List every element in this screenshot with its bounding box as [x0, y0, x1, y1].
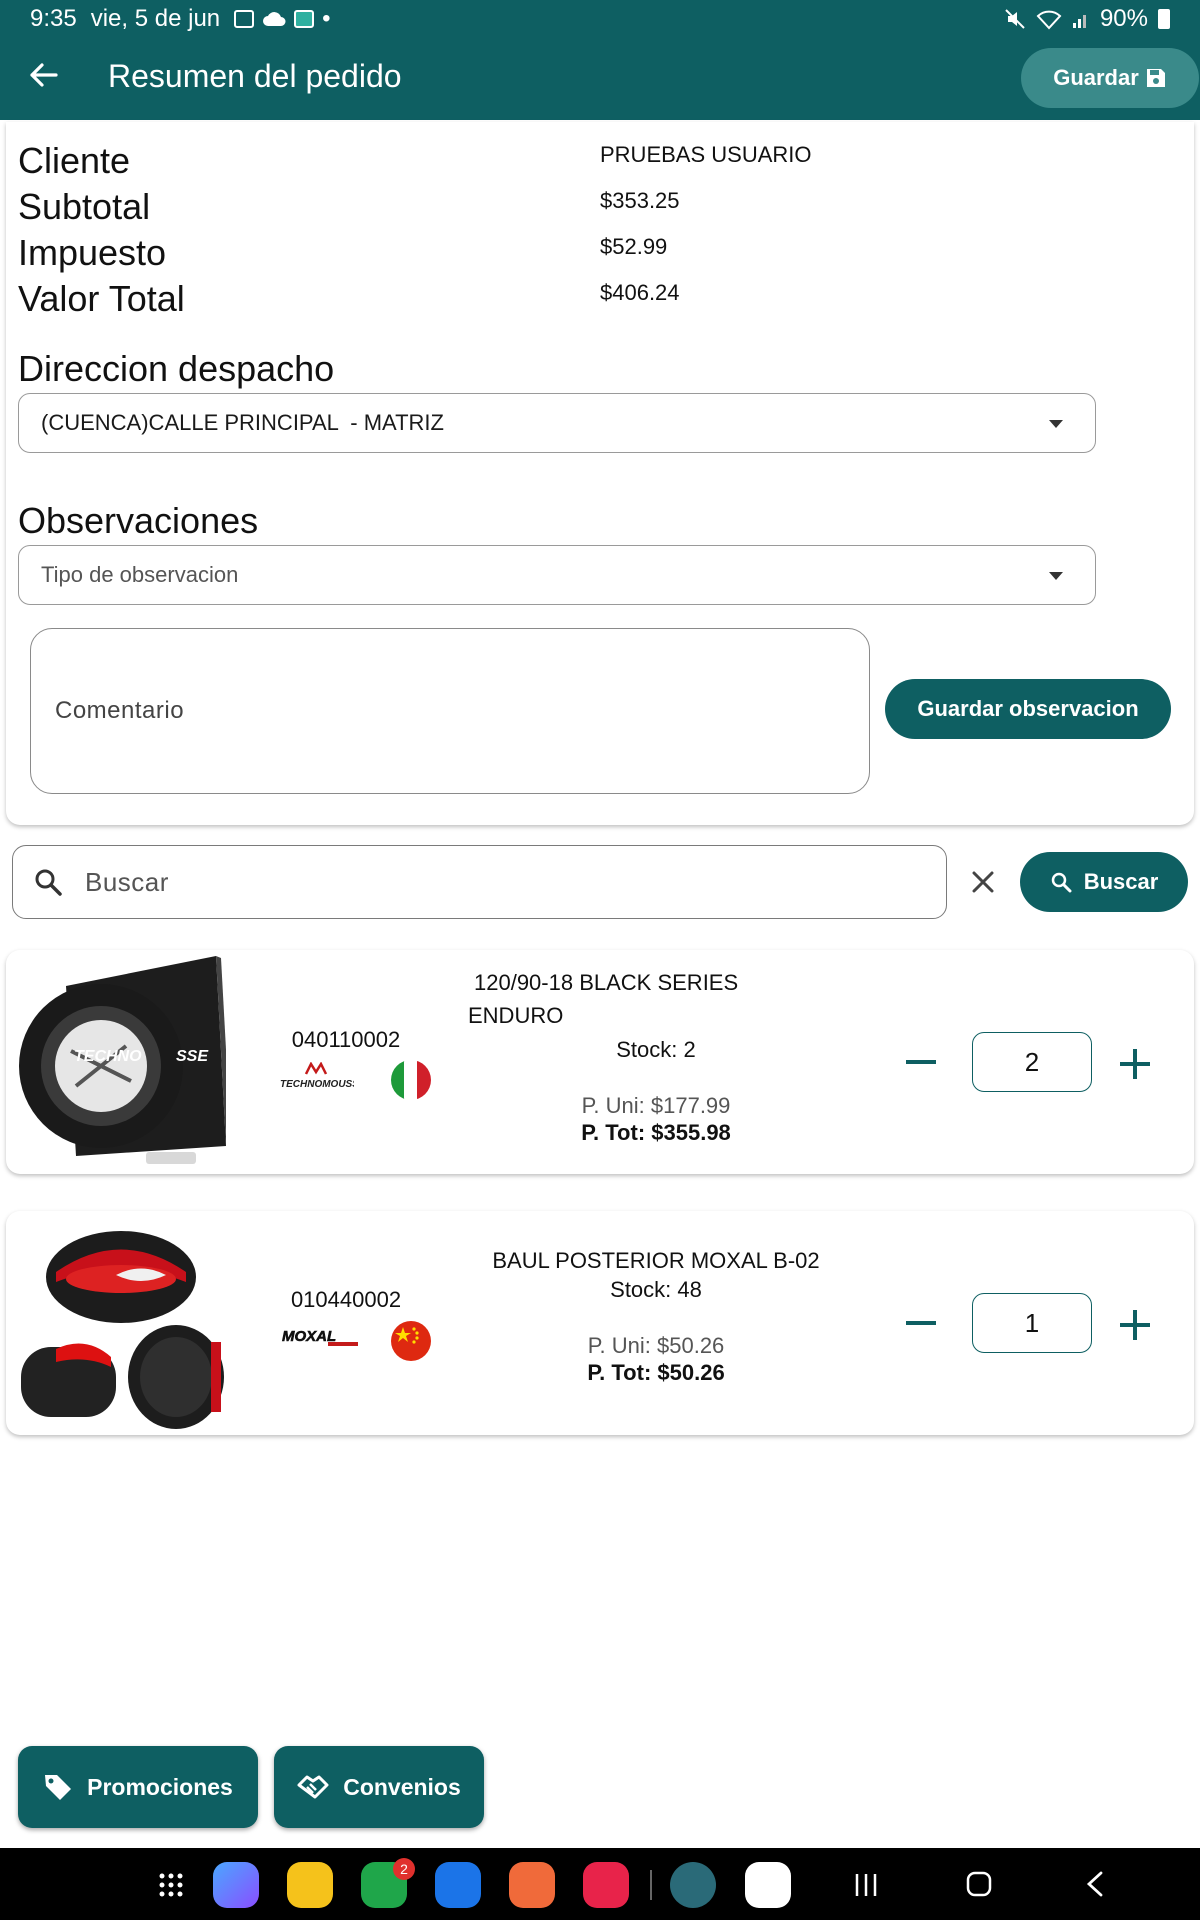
files-app-icon[interactable] — [287, 1862, 333, 1908]
product-image-top-case — [21, 1231, 224, 1429]
messages-app-icon[interactable] — [435, 1862, 481, 1908]
decrease-quantity-button[interactable] — [906, 1060, 936, 1064]
status-date: vie, 5 de jun — [90, 5, 221, 32]
app-bar: 9:35 vie, 5 de jun • 90% Resumen del ped… — [0, 0, 1200, 120]
quantity-input[interactable]: 1 — [972, 1293, 1092, 1353]
search-button[interactable]: Buscar — [1020, 852, 1188, 912]
dot-icon: • — [322, 5, 331, 32]
save-label: Guardar — [1053, 65, 1139, 90]
total-label: Valor Total — [18, 278, 185, 319]
search-input[interactable]: Buscar — [12, 845, 947, 919]
subtotal-value: $353.25 — [600, 188, 680, 213]
tag-icon — [45, 1775, 72, 1800]
decrease-quantity-button[interactable] — [906, 1321, 936, 1325]
dispatch-selected: (CUENCA)CALLE PRINCIPAL - MATRIZ — [41, 410, 444, 435]
status-bar: 9:35 vie, 5 de jun • 90% — [30, 4, 1170, 34]
total-value: $406.24 — [600, 280, 680, 305]
product-card[interactable]: TECHNO SSE 040110002 TECHNOMOUSSE 120/90… — [6, 950, 1194, 1174]
product-unit-price: P. Uni: $50.26 — [587, 1333, 725, 1358]
product-total-price: P. Tot: $355.98 — [581, 1120, 731, 1145]
recents-icon[interactable] — [853, 1872, 879, 1898]
phone-notification-badge: 2 — [393, 1858, 415, 1880]
italy-flag-icon — [391, 1060, 431, 1100]
product-name-line1: 120/90-18 BLACK SERIES — [474, 970, 739, 995]
technomousse-brand-logo: TECHNOMOUSSE — [280, 1062, 354, 1090]
save-observation-button[interactable]: Guardar observacion — [885, 679, 1171, 739]
save-button[interactable]: Guardar — [1021, 48, 1199, 108]
save-observation-label: Guardar observacion — [917, 696, 1139, 721]
increase-quantity-button[interactable] — [1118, 1308, 1152, 1342]
chevron-down-icon — [1049, 420, 1063, 428]
dispatch-label: Direccion despacho — [18, 348, 335, 389]
agreements-button[interactable]: Convenios — [274, 1746, 484, 1828]
impuesto-value: $52.99 — [600, 234, 668, 259]
play-store-icon[interactable] — [745, 1862, 791, 1908]
svg-text:TECHNO: TECHNO — [74, 1048, 142, 1065]
impuesto-label: Impuesto — [18, 232, 167, 273]
product-code: 040110002 — [291, 1027, 401, 1052]
home-icon[interactable] — [965, 1870, 993, 1898]
arrow-left-icon[interactable] — [26, 58, 60, 92]
order-summary-card: Cliente PRUEBAS USUARIO Subtotal $353.25… — [6, 122, 1194, 825]
search-icon — [35, 869, 62, 896]
dispatch-dropdown[interactable]: (CUENCA)CALLE PRINCIPAL - MATRIZ — [18, 393, 1096, 453]
promotions-label: Promociones — [87, 1773, 233, 1800]
system-navigation-bar: 2 — [0, 1848, 1200, 1920]
product-name-line2: ENDURO — [468, 1003, 564, 1028]
moxal-brand-logo: MOXAL — [282, 1328, 358, 1346]
plus-icon-v — [1133, 1049, 1137, 1079]
promotions-button[interactable]: Promociones — [18, 1746, 258, 1828]
product-unit-price: P. Uni: $177.99 — [581, 1093, 731, 1118]
subtotal-label: Subtotal — [18, 186, 151, 227]
product-code: 010440002 — [290, 1287, 402, 1312]
page-title: Resumen del pedido — [108, 58, 402, 94]
search-button-label: Buscar — [1083, 869, 1159, 894]
floppy-disk-icon — [1146, 69, 1165, 87]
contacts-app-icon[interactable] — [509, 1862, 555, 1908]
system-back-icon[interactable] — [1083, 1870, 1107, 1898]
product-name: 120/90-18 BLACK SERIES ENDURO — [468, 966, 788, 1032]
svg-text:TECHNOMOUSSE: TECHNOMOUSSE — [280, 1079, 354, 1090]
comment-placeholder: Comentario — [55, 697, 185, 724]
mute-icon — [1005, 9, 1025, 29]
battery-icon — [1158, 9, 1170, 29]
plus-icon-v — [1133, 1310, 1137, 1340]
observation-type-placeholder: Tipo de observacion — [41, 562, 239, 587]
svg-text:SSE: SSE — [176, 1048, 209, 1065]
observations-label: Observaciones — [18, 500, 259, 541]
signal-icon — [1072, 15, 1086, 28]
increase-quantity-button[interactable] — [1118, 1047, 1152, 1081]
app-drawer-icon[interactable] — [158, 1872, 184, 1898]
search-placeholder: Buscar — [85, 866, 169, 897]
observation-type-dropdown[interactable]: Tipo de observacion — [18, 545, 1096, 605]
battery-percent: 90% — [1099, 5, 1148, 32]
wifi-icon — [1036, 10, 1062, 30]
agreements-label: Convenios — [343, 1773, 461, 1800]
status-time: 9:35 — [30, 5, 77, 32]
notification-icons: • — [234, 5, 331, 33]
gallery-icon — [234, 10, 255, 28]
cliente-label: Cliente — [18, 140, 131, 181]
cloud-icon — [263, 12, 286, 26]
handshake-icon — [297, 1775, 329, 1799]
settings-app-icon[interactable] — [670, 1862, 716, 1908]
product-stock: Stock: 48 — [610, 1277, 702, 1302]
quantity-input[interactable]: 2 — [972, 1032, 1092, 1092]
product-name: BAUL POSTERIOR MOXAL B-02 — [492, 1248, 820, 1273]
search-icon — [1051, 872, 1072, 893]
comment-field[interactable]: Comentario — [30, 628, 870, 794]
browser-app-icon[interactable] — [213, 1862, 259, 1908]
cliente-value: PRUEBAS USUARIO — [600, 142, 812, 167]
navbar-divider — [650, 1870, 652, 1900]
product-card[interactable]: 010440002 MOXAL BAUL POSTERIOR MOXAL B-0… — [6, 1211, 1194, 1435]
china-flag-icon — [391, 1321, 431, 1361]
chevron-down-icon — [1049, 572, 1063, 580]
product-image-tire-tube: TECHNO SSE — [19, 956, 226, 1164]
product-stock: Stock: 2 — [616, 1037, 696, 1062]
camera-app-icon[interactable] — [583, 1862, 629, 1908]
product-total-price: P. Tot: $50.26 — [587, 1360, 725, 1385]
app-notification-icon — [294, 10, 315, 28]
close-icon[interactable] — [968, 867, 998, 897]
